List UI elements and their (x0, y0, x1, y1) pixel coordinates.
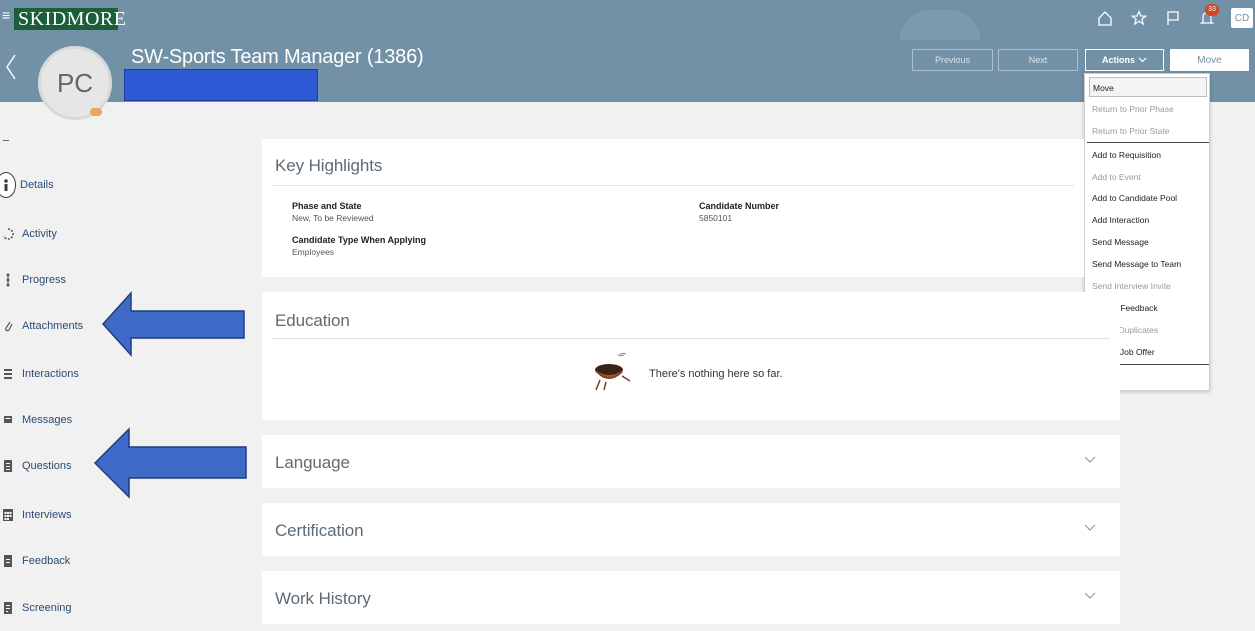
sidebar-item-feedback[interactable]: Feedback (0, 551, 70, 571)
sidebar-item-label: Feedback (22, 555, 71, 567)
key-highlights-card: Key Highlights Phase and State New, To b… (262, 139, 1084, 277)
menu-item-add-interaction[interactable]: Add Interaction (1089, 210, 1207, 230)
language-title: Language (275, 453, 350, 472)
sidebar-item-label: Interactions (22, 368, 79, 380)
candidate-type-label: Candidate Type When Applying (292, 235, 427, 245)
sidebar-item-details[interactable]: Details (0, 172, 54, 198)
menu-item-return-to-prior-phase[interactable]: Return to Prior Phase (1089, 99, 1207, 119)
divider (272, 185, 1074, 186)
message-icon (0, 412, 16, 428)
previous-button[interactable]: Previous (912, 49, 993, 71)
divider (272, 338, 1110, 339)
sidebar-item-interviews[interactable]: Interviews (0, 505, 72, 525)
education-card: Education There's nothing here so far. (262, 292, 1120, 420)
candidate-number-label: Candidate Number (699, 201, 780, 211)
key-highlights-title: Key Highlights (275, 156, 383, 175)
sidebar-item-label: Interviews (22, 509, 72, 521)
candidate-type-value: Employees (292, 247, 335, 257)
actions-button-label: Actions (1101, 55, 1135, 65)
details-icon (0, 172, 16, 198)
annotation-arrow-left-icon (101, 291, 245, 357)
star-icon[interactable] (1129, 8, 1149, 28)
sidebar-item-screening[interactable]: Screening (0, 598, 72, 618)
flag-icon[interactable] (1163, 8, 1183, 28)
calendar-icon (0, 507, 16, 523)
header-decoration (900, 10, 980, 40)
feedback-icon (0, 553, 16, 569)
sidebar-item-attachments[interactable]: Attachments (0, 316, 83, 336)
chevron-down-icon[interactable] (1084, 524, 1096, 532)
logo: SKIDMORE (14, 8, 126, 30)
questions-icon (0, 458, 16, 474)
move-button[interactable]: Move (1170, 49, 1249, 71)
phase-and-state-label: Phase and State (292, 201, 362, 211)
education-title: Education (275, 311, 350, 330)
hamburger-menu-icon[interactable]: ≡ (2, 8, 10, 22)
user-menu-avatar[interactable]: CD (1231, 8, 1253, 28)
sidebar-item-label: Activity (22, 228, 57, 240)
sidebar-item-label: Details (20, 179, 54, 191)
screening-icon (0, 600, 16, 616)
notifications-bell-icon[interactable]: 33 (1197, 4, 1219, 28)
annotation-arrow-left-icon (93, 427, 247, 499)
sidebar-item-label: Attachments (22, 320, 84, 332)
empty-nest-icon (595, 352, 631, 391)
notification-count-badge: 33 (1205, 4, 1219, 16)
menu-item-add-to-candidate-pool[interactable]: Add to Candidate Pool (1089, 188, 1207, 208)
menu-separator (1087, 142, 1209, 143)
certification-section[interactable]: Certification (262, 503, 1120, 556)
sidebar-item-label: Screening (22, 602, 72, 614)
sidebar-item-label: Questions (22, 460, 72, 472)
sidebar-item-questions[interactable]: Questions (0, 456, 72, 476)
progress-icon (0, 272, 16, 288)
candidate-number-value: 5850101 (699, 213, 733, 223)
menu-item-send-message[interactable]: Send Message (1089, 232, 1207, 252)
avatar-status-indicator (90, 108, 102, 116)
global-toolbar: 33 CD (1095, 4, 1255, 30)
menu-item-add-to-requisition[interactable]: Add to Requisition (1089, 145, 1207, 165)
back-chevron-icon[interactable] (4, 52, 18, 82)
work-history-title: Work History (275, 589, 371, 608)
menu-item-send-message-to-team[interactable]: Send Message to Team (1089, 254, 1207, 274)
menu-item-add-to-event[interactable]: Add to Event (1089, 167, 1207, 187)
paperclip-icon (0, 318, 16, 334)
empty-state-message: There's nothing here so far. (649, 368, 783, 380)
menu-item-return-to-prior-state[interactable]: Return to Prior State (1089, 121, 1207, 141)
chevron-down-icon (1138, 57, 1147, 63)
actions-button[interactable]: Actions (1085, 49, 1164, 71)
sidebar-item-interactions[interactable]: Interactions (0, 364, 79, 384)
chevron-down-icon[interactable] (1084, 592, 1096, 600)
work-history-section[interactable]: Work History (262, 571, 1120, 624)
page-title: SW-Sports Team Manager (1386) (131, 46, 424, 68)
sidebar-item-label: Messages (22, 414, 73, 426)
sidebar-item-messages[interactable]: Messages (0, 410, 72, 430)
sidebar-item-activity[interactable]: Activity (0, 224, 57, 244)
redacted-region (124, 69, 318, 101)
home-icon[interactable] (1095, 8, 1115, 28)
sidebar-item-label: Progress (22, 274, 67, 286)
collapse-icon[interactable] (3, 140, 9, 141)
phase-and-state-value: New, To be Reviewed (292, 213, 374, 223)
chevron-down-icon[interactable] (1084, 456, 1096, 464)
activity-icon (0, 226, 16, 242)
next-button[interactable]: Next (998, 49, 1078, 71)
certification-title: Certification (275, 521, 364, 540)
language-section[interactable]: Language (262, 435, 1120, 488)
menu-item-move[interactable]: Move (1089, 77, 1207, 97)
interactions-icon (0, 366, 16, 382)
sidebar-item-progress[interactable]: Progress (0, 270, 66, 290)
